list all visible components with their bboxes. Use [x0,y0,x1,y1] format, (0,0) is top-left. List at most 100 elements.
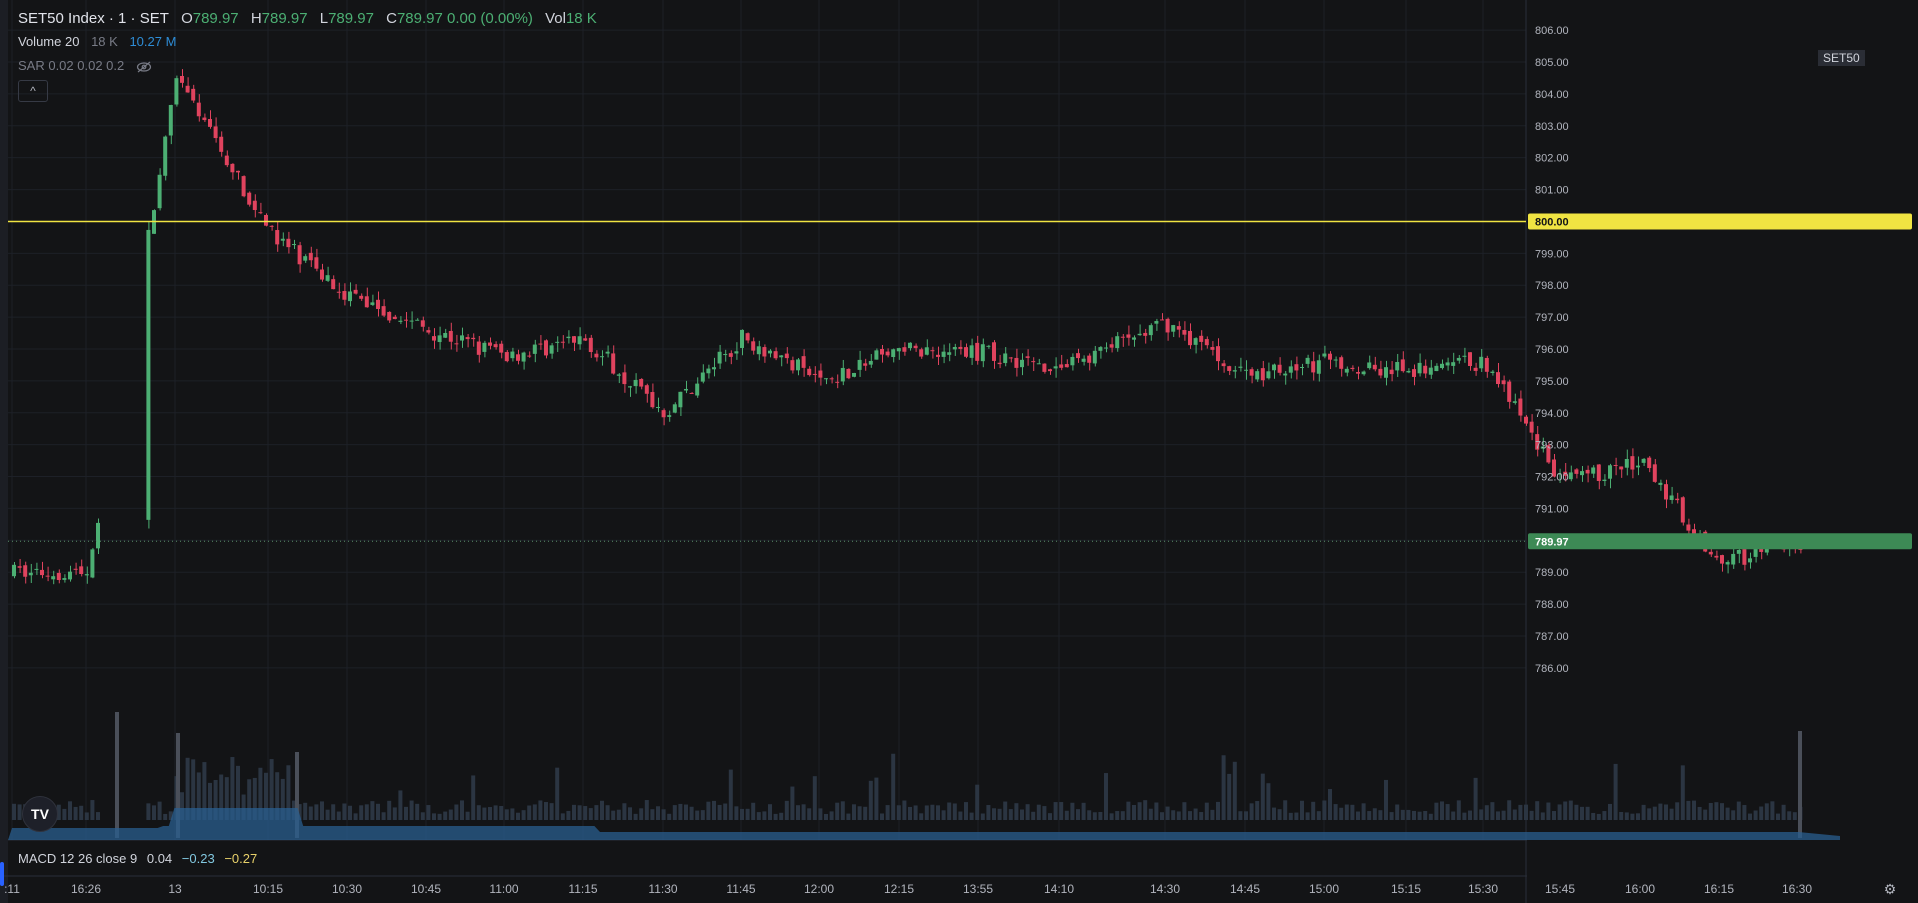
candle-body [1462,355,1467,357]
volume-bar [555,767,560,820]
price-tick-label: 802.00 [1535,153,1569,165]
volume-bar [1636,813,1640,820]
candle-body [1591,467,1596,474]
candle-body [303,256,308,261]
candle-body [146,229,151,520]
volume-bar [1076,809,1080,820]
volume-bar [1776,813,1780,820]
candle-body [1322,353,1327,357]
volume-bar [952,803,957,820]
candle-body [196,102,201,117]
volume-bar [1781,804,1786,820]
volume-bar [661,809,666,820]
volume-bar [331,804,336,820]
volume-bar [79,805,84,820]
candle-body [1613,464,1618,466]
volume-bar [1445,804,1450,820]
close-value: 789.97 0.00 (0.00%) [396,10,533,27]
candle-body [560,341,565,343]
volume-bar [1350,804,1355,820]
volume-bar [146,803,151,820]
volume-bar [471,775,476,820]
eye-hidden-icon[interactable] [136,61,152,73]
candle-body [600,356,604,358]
candle-body [1725,562,1730,565]
volume-bar [835,802,840,820]
volume-bar [975,784,980,820]
tradingview-logo-icon[interactable]: TV [22,796,58,832]
candle-body [510,351,515,359]
symbol-badge: SET50 [1818,50,1865,66]
time-tick-label: 16:30 [1782,882,1812,896]
volume-bar [824,813,828,820]
volume-bar [448,809,453,820]
candle-body [1602,479,1607,481]
time-tick-label: 15:45 [1545,882,1575,896]
candle-body [538,343,543,345]
candle-body [1109,344,1114,348]
volume-bar [650,809,655,820]
volume-study-name[interactable]: Volume 20 [18,34,79,49]
candle-body [745,333,750,341]
candle-body [230,163,235,173]
candle-body [1680,497,1685,523]
volume-bar [734,806,739,820]
volume-bar [1440,801,1444,820]
volume-bar [992,808,996,820]
volume-bar [874,777,879,820]
volume-bar [717,804,722,820]
sar-study-legend[interactable]: SAR 0.02 0.02 0.2 [18,58,152,73]
volume-bar [1176,811,1181,820]
candle-body [751,341,756,351]
volume-bar [1468,810,1472,820]
volume-bar [320,801,324,820]
symbol-title[interactable]: SET50 Index · 1 · SET [18,10,169,27]
candle-body [1076,353,1080,359]
volume-bar [1770,801,1775,820]
volume-bar [1238,811,1243,820]
candle-body [1316,360,1321,374]
volume-bar [1053,802,1058,820]
candle-body [628,386,632,388]
volume-bar [1524,804,1528,820]
candle-body [1059,364,1064,368]
volume-bar [1406,809,1411,820]
collapse-legend-button[interactable]: ^ [18,80,48,102]
price-tick-label: 791.00 [1535,503,1569,515]
candle-body [297,245,302,265]
candle-body [1524,416,1528,424]
volume-bar [924,805,929,820]
candle-body [919,349,924,357]
volume-bar [1316,811,1321,820]
candle-body [695,383,700,396]
volume-bar [1697,806,1702,820]
macd-legend[interactable]: MACD 12 26 close 9 0.04 −0.23 −0.27 [18,851,257,866]
volume-bar [1764,803,1769,820]
volume-study-legend[interactable]: Volume 20 18 K 10.27 M [18,34,178,49]
settings-gear-icon[interactable]: ⚙ [1881,880,1899,898]
candle-body [712,367,716,370]
price-tick-label: 786.00 [1535,663,1569,675]
time-tick-label: 14:30 [1150,882,1180,896]
volume-bar [1171,810,1176,820]
candle-body [1154,321,1159,324]
candle-body [292,244,296,246]
macd-study-name[interactable]: MACD 12 26 close 9 [18,851,137,866]
price-chart[interactable]: 806.00 805.00 804.00 803.00 802.00 801.00 799.… [0,0,1918,903]
volume-bar [572,804,576,820]
volume-ma-value: 10.27 M [129,34,177,49]
volume-bar [1059,802,1064,820]
candle-body [1484,357,1489,372]
volume-bar [790,786,795,820]
candle-body [555,341,560,343]
volume-bar [1669,808,1674,820]
candle-body [1272,364,1276,371]
candle-body [56,572,61,581]
sar-study-name[interactable]: SAR 0.02 0.02 0.2 [18,58,124,73]
candle-body [824,378,828,380]
volume-bar [1356,811,1360,820]
volume-bar [1540,812,1545,820]
volume-bar [1020,809,1024,820]
candle-body [269,225,274,227]
time-tick-label: 14:10 [1044,882,1074,896]
